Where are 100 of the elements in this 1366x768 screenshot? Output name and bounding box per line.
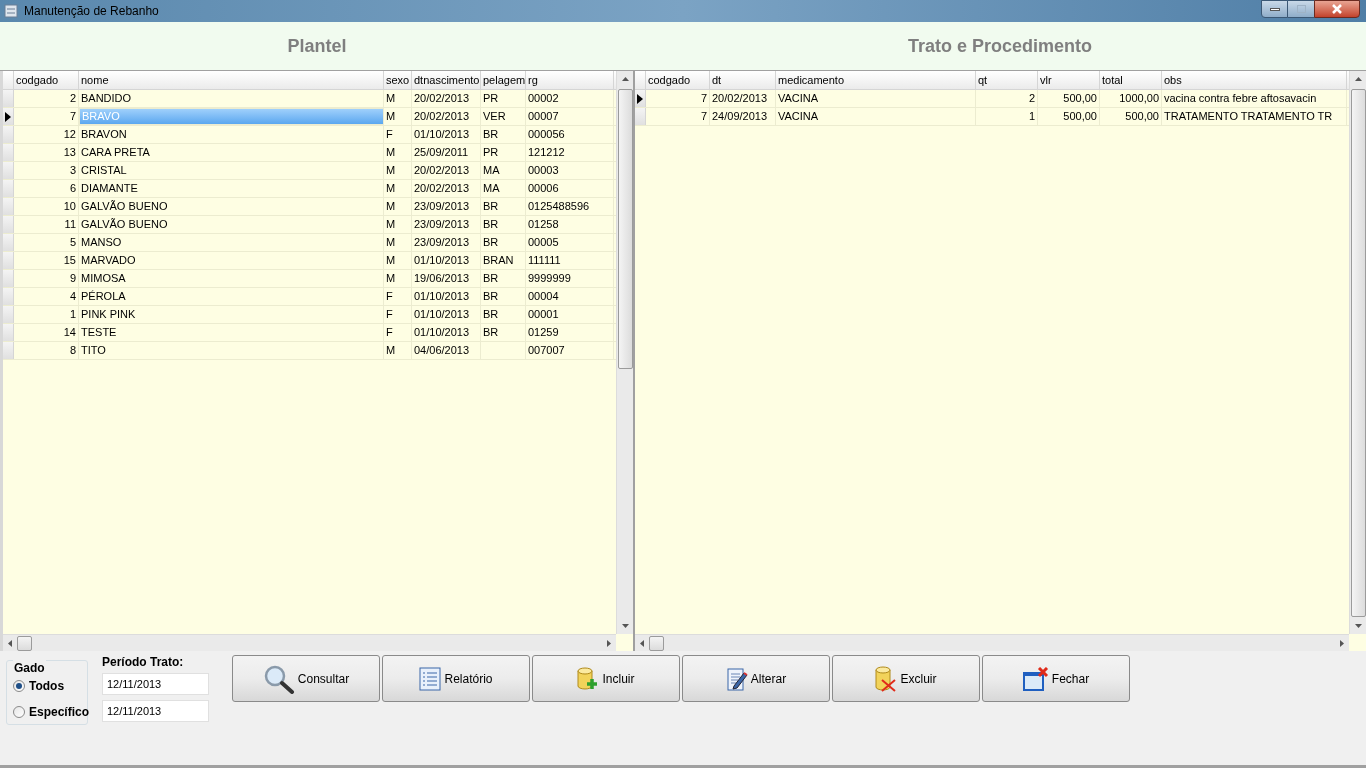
table-cell: F <box>384 324 412 341</box>
table-cell: 00006 <box>526 180 614 197</box>
date-from-field[interactable]: 12/11/2013 <box>102 673 209 695</box>
table-cell: 1000,00 <box>1100 90 1162 107</box>
column-header[interactable]: rg <box>526 71 614 89</box>
table-cell: TESTE <box>79 324 384 341</box>
add-button[interactable]: Incluir <box>532 655 680 702</box>
column-header[interactable]: sexo <box>384 71 412 89</box>
table-cell: 20/02/2013 <box>412 108 481 125</box>
close-icon <box>1331 4 1343 14</box>
database-delete-icon <box>875 665 898 692</box>
table-cell: BRAVON <box>79 126 384 143</box>
table-cell: 10 <box>14 198 79 215</box>
table-cell: M <box>384 162 412 179</box>
row-indicator[interactable] <box>3 108 14 125</box>
scroll-thumb[interactable] <box>617 89 633 369</box>
maximize-icon <box>1296 5 1306 13</box>
column-header[interactable]: qt <box>976 71 1038 89</box>
scroll-thumb[interactable] <box>17 635 32 651</box>
table-cell: 9999999 <box>526 270 614 287</box>
table-cell: 8 <box>14 342 79 359</box>
table-cell: 20/02/2013 <box>412 180 481 197</box>
table-cell: 1 <box>14 306 79 323</box>
table-cell: 01/10/2013 <box>412 306 481 323</box>
table-cell: 15 <box>14 252 79 269</box>
period-label: Período Trato: <box>102 654 185 671</box>
table-cell: GALVÃO BUENO <box>79 216 384 233</box>
column-header[interactable]: obs <box>1162 71 1347 89</box>
table-cell: CRISTAL <box>79 162 384 179</box>
window-close-icon <box>1022 666 1049 691</box>
column-header[interactable]: pelagem <box>481 71 526 89</box>
scroll-thumb[interactable] <box>649 635 664 651</box>
table-cell: 500,00 <box>1100 108 1162 125</box>
table-cell: 23/09/2013 <box>412 234 481 251</box>
table-cell: 6 <box>14 180 79 197</box>
report-button[interactable]: Relatório <box>382 655 530 702</box>
table-cell: BRAN <box>481 252 526 269</box>
close-button[interactable] <box>1314 0 1360 18</box>
close-button[interactable]: Fechar <box>982 655 1130 702</box>
table-cell: TITO <box>79 342 384 359</box>
table-cell: 20/02/2013 <box>710 90 776 107</box>
table-cell: 11 <box>14 216 79 233</box>
table-cell: 121212 <box>526 144 614 161</box>
table-cell: BR <box>481 324 526 341</box>
table-cell: 01/10/2013 <box>412 252 481 269</box>
table-cell: BR <box>481 306 526 323</box>
table-cell: M <box>384 234 412 251</box>
search-button[interactable]: Consultar <box>232 655 380 702</box>
table-cell: 500,00 <box>1038 108 1100 125</box>
column-header[interactable]: vlr <box>1038 71 1100 89</box>
minimize-button[interactable] <box>1261 0 1288 18</box>
table-cell: PÉROLA <box>79 288 384 305</box>
table-cell: 0125488596 <box>526 198 614 215</box>
app-icon <box>4 4 18 18</box>
table-cell: 12 <box>14 126 79 143</box>
table-cell: vacina contra febre aftosavacin <box>1162 90 1347 107</box>
table-cell: 7 <box>646 108 710 125</box>
delete-button[interactable]: Excluir <box>832 655 980 702</box>
column-header[interactable]: total <box>1100 71 1162 89</box>
horizontal-scrollbar[interactable] <box>635 634 1349 651</box>
horizontal-scrollbar[interactable] <box>3 634 616 651</box>
table-cell: 00001 <box>526 306 614 323</box>
table-cell: DIAMANTE <box>79 180 384 197</box>
column-header[interactable]: nome <box>79 71 384 89</box>
table-cell: 14 <box>14 324 79 341</box>
table-cell: MA <box>481 162 526 179</box>
table-cell: 01259 <box>526 324 614 341</box>
row-indicator[interactable] <box>635 90 646 107</box>
table-cell: 01258 <box>526 216 614 233</box>
column-header[interactable]: medicamento <box>776 71 976 89</box>
table-cell: M <box>384 252 412 269</box>
date-to-field[interactable]: 12/11/2013 <box>102 700 209 722</box>
table-cell: BR <box>481 288 526 305</box>
radio-option[interactable]: Específico <box>13 703 87 721</box>
table-cell: M <box>384 90 412 107</box>
table-cell: F <box>384 288 412 305</box>
column-header[interactable]: codgado <box>14 71 79 89</box>
edit-button[interactable]: Alterar <box>682 655 830 702</box>
table-cell: 00002 <box>526 90 614 107</box>
table-cell: 00007 <box>526 108 614 125</box>
table-cell: 00004 <box>526 288 614 305</box>
table-cell: M <box>384 198 412 215</box>
table-cell: 23/09/2013 <box>412 216 481 233</box>
column-header[interactable]: codgado <box>646 71 710 89</box>
table-cell: 13 <box>14 144 79 161</box>
radio-option[interactable]: Todos <box>13 677 87 695</box>
table-cell: F <box>384 126 412 143</box>
table-cell: MA <box>481 180 526 197</box>
table-cell: 01/10/2013 <box>412 126 481 143</box>
table-cell: 9 <box>14 270 79 287</box>
table-cell: M <box>384 144 412 161</box>
table-cell: 7 <box>646 90 710 107</box>
column-header[interactable]: dtnascimento <box>412 71 481 89</box>
maximize-button[interactable] <box>1288 0 1314 18</box>
table-cell: 4 <box>14 288 79 305</box>
table-cell: BR <box>481 216 526 233</box>
table-cell: 2 <box>976 90 1038 107</box>
vertical-scrollbar[interactable] <box>616 71 633 634</box>
table-cell: MANSO <box>79 234 384 251</box>
column-header[interactable]: dt <box>710 71 776 89</box>
